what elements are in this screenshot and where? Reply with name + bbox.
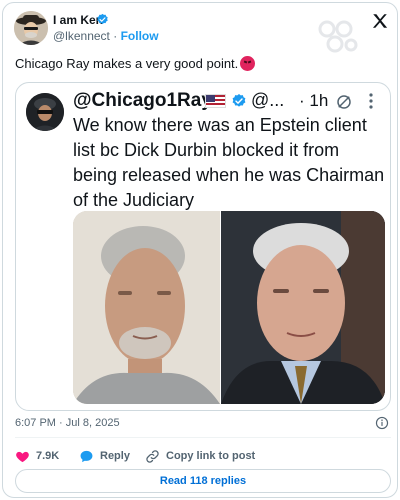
grok-icon [337, 95, 351, 109]
heart-icon [16, 451, 29, 462]
post-timestamp[interactable]: 6:07 PM · Jul 8, 2025 [15, 417, 120, 429]
post-text-content: Chicago Ray makes a very good point. [15, 56, 239, 71]
author-handle[interactable]: @lkennect [53, 29, 110, 43]
copy-link-label: Copy link to post [166, 450, 256, 462]
speech-bubble-icon [80, 450, 93, 462]
watermark-logo [317, 19, 359, 55]
follow-link[interactable]: Follow [121, 29, 159, 43]
embedded-post-card: I am Ken @lkennect · Follow Chicago Ray … [2, 2, 398, 498]
reply-label: Reply [100, 450, 130, 462]
quoted-post-image[interactable]: @Chicago1Ray @... · 1h We know there was… [15, 82, 391, 411]
quoted-verified-badge-icon [232, 94, 246, 107]
verified-badge-icon [97, 13, 108, 25]
x-logo-icon[interactable] [371, 12, 389, 30]
us-flag-icon [205, 94, 226, 108]
read-replies-button[interactable]: Read 118 replies [15, 469, 391, 493]
copy-link-button[interactable]: Copy link to post [145, 448, 255, 464]
link-icon [146, 449, 159, 463]
reply-button[interactable]: Reply [79, 448, 130, 464]
quoted-text: We know there was an Epstein client list… [73, 115, 385, 210]
like-count: 7.9K [36, 450, 60, 462]
quoted-photo-left [73, 211, 220, 404]
quoted-user-trail: @... [251, 90, 285, 110]
read-replies-label: Read 118 replies [159, 475, 247, 487]
info-icon[interactable] [375, 416, 389, 430]
quoted-photo-right [221, 211, 385, 404]
angry-face-emoji-icon [240, 56, 256, 71]
like-button[interactable]: 7.9K [15, 448, 59, 464]
more-vertical-icon [369, 93, 373, 109]
quoted-author-avatar [26, 93, 64, 131]
post-text: Chicago Ray makes a very good point. [15, 56, 256, 71]
quoted-time: · 1h [299, 91, 329, 110]
divider [15, 437, 391, 438]
author-avatar[interactable] [14, 11, 48, 45]
quoted-author-handle: @Chicago1Ray [73, 90, 212, 111]
meta-separator: · [113, 29, 118, 43]
author-meta: @lkennect · Follow [53, 29, 159, 43]
